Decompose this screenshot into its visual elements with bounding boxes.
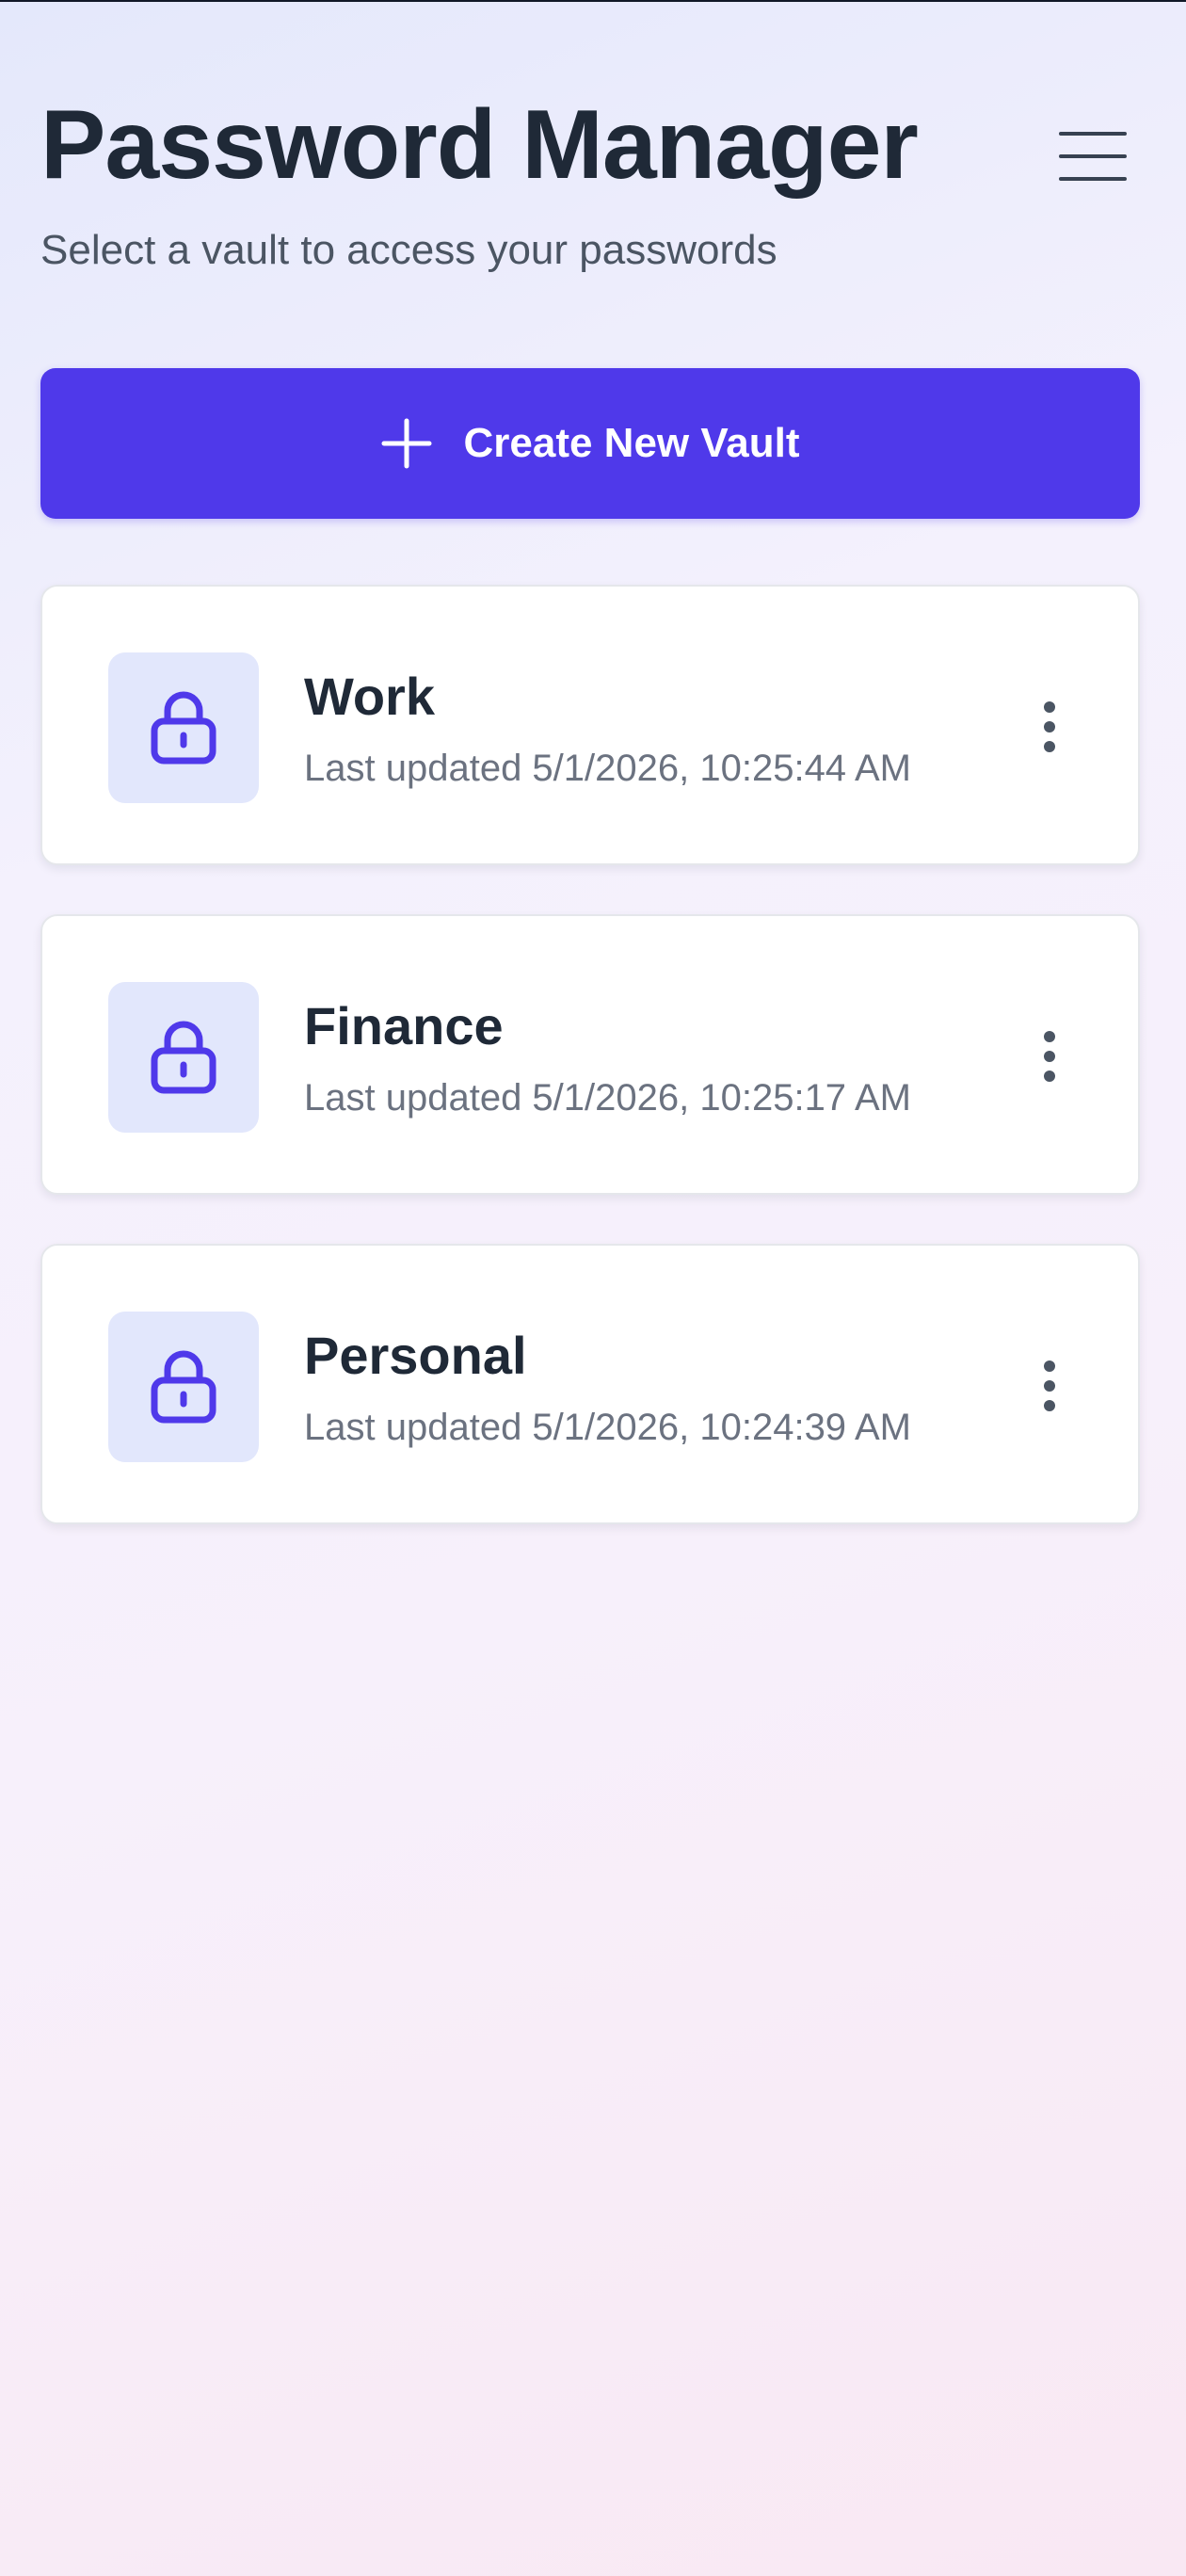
- create-new-vault-label: Create New Vault: [463, 420, 800, 466]
- vault-last-updated: Last updated 5/1/2026, 10:25:17 AM: [304, 1077, 911, 1119]
- vault-icon-container: [108, 652, 259, 803]
- plus-icon: [381, 418, 432, 469]
- vault-card-finance[interactable]: Finance Last updated 5/1/2026, 10:25:17 …: [40, 914, 1140, 1195]
- page-subtitle: Select a vault to access your passwords: [40, 227, 777, 273]
- more-vertical-icon: [1044, 1360, 1055, 1411]
- hamburger-menu-icon: [1059, 132, 1127, 181]
- page-header: Password Manager Select a vault to acces…: [40, 0, 1140, 369]
- menu-button[interactable]: [1046, 111, 1140, 201]
- vault-card-work[interactable]: Work Last updated 5/1/2026, 10:25:44 AM: [40, 585, 1140, 865]
- more-vertical-icon: [1044, 1031, 1055, 1082]
- vault-name: Work: [304, 667, 435, 726]
- vault-options-button[interactable]: [1027, 685, 1072, 768]
- vault-name: Finance: [304, 996, 504, 1055]
- lock-icon: [151, 1021, 216, 1094]
- page-title: Password Manager: [40, 90, 919, 200]
- vault-options-button[interactable]: [1027, 1344, 1072, 1427]
- vault-icon-container: [108, 982, 259, 1133]
- lock-icon: [151, 691, 216, 765]
- vault-icon-container: [108, 1312, 259, 1462]
- vault-last-updated: Last updated 5/1/2026, 10:25:44 AM: [304, 748, 911, 789]
- vault-name: Personal: [304, 1326, 527, 1385]
- more-vertical-icon: [1044, 701, 1055, 752]
- vault-last-updated: Last updated 5/1/2026, 10:24:39 AM: [304, 1407, 911, 1448]
- vault-list: Work Last updated 5/1/2026, 10:25:44 AM …: [40, 585, 1140, 1573]
- create-new-vault-button[interactable]: Create New Vault: [40, 368, 1140, 519]
- lock-icon: [151, 1350, 216, 1424]
- vault-selection-page: Password Manager Select a vault to acces…: [40, 0, 1140, 1524]
- vault-card-personal[interactable]: Personal Last updated 5/1/2026, 10:24:39…: [40, 1244, 1140, 1524]
- vault-options-button[interactable]: [1027, 1015, 1072, 1098]
